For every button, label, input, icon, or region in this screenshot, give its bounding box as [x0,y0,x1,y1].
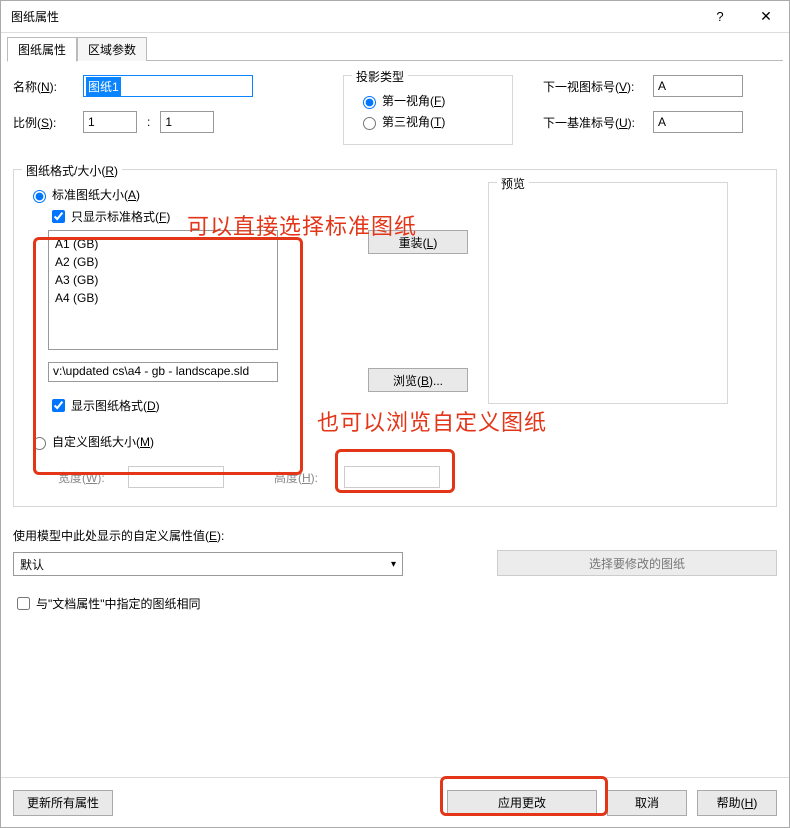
dialog-footer: 更新所有属性 应用更改 取消 帮助(H) [1,777,789,827]
projection-group: 投影类型 第一视角(F) 第三视角(T) [343,75,513,145]
standard-size-listbox[interactable]: A1 (GB) A2 (GB) A3 (GB) A4 (GB) [48,230,278,350]
template-path-field[interactable]: v:\updated cs\a4 - gb - landscape.sld [48,362,278,382]
format-size-group-label: 图纸格式/大小(R) [22,162,122,179]
next-view-label: 下一视图标号(V): [543,78,653,95]
show-format-check-input[interactable] [52,399,65,412]
title-bar: 图纸属性 ? ✕ [1,1,789,33]
first-angle-radio-input[interactable] [363,96,376,109]
same-as-docprops-label: 与"文档属性"中指定的图纸相同 [36,595,201,612]
format-mid-col: 重装(L) 浏览(B)... [368,182,468,454]
only-standard-check[interactable]: 只显示标准格式(F) [48,207,328,226]
height-label: 高度(H): [274,469,344,486]
third-angle-radio[interactable]: 第三视角(T) [358,113,498,130]
list-item[interactable]: A2 (GB) [55,253,271,271]
custom-props-selected: 默认 [20,556,44,573]
height-input [344,466,440,488]
browse-button[interactable]: 浏览(B)... [368,368,468,392]
standard-size-radio-input[interactable] [33,190,46,203]
top-row: 名称(N): 图纸1 比例(S): : 投影类型 [13,75,777,147]
next-datum-input[interactable] [653,111,743,133]
close-icon[interactable]: ✕ [743,1,789,33]
custom-props-select[interactable]: 默认 ▾ [13,552,403,576]
first-angle-radio[interactable]: 第一视角(F) [358,92,498,109]
name-input-value: 图纸1 [86,77,121,96]
dialog-title: 图纸属性 [11,8,697,25]
top-right-col: 下一视图标号(V): 下一基准标号(U): [543,75,743,147]
scale-denominator-input[interactable] [160,111,214,133]
custom-size-radio[interactable]: 自定义图纸大小(M) [28,433,328,450]
width-label: 宽度(W): [58,469,128,486]
apply-changes-button[interactable]: 应用更改 [447,790,597,816]
name-label: 名称(N): [13,78,83,95]
same-as-docprops-check-input[interactable] [17,597,30,610]
width-input [128,466,224,488]
next-view-input[interactable] [653,75,743,97]
next-datum-label: 下一基准标号(U): [543,114,653,131]
scale-numerator-input[interactable] [83,111,137,133]
scale-colon: : [147,115,150,129]
cancel-button[interactable]: 取消 [607,790,687,816]
third-angle-radio-input[interactable] [363,117,376,130]
preview-label: 预览 [497,175,529,192]
format-left-col: 标准图纸大小(A) 只显示标准格式(F) A1 (GB) A2 (GB) A3 … [28,182,328,454]
same-as-docprops-check[interactable]: 与"文档属性"中指定的图纸相同 [13,594,777,613]
scale-label: 比例(S): [13,114,83,131]
custom-dimensions-row: 宽度(W): 高度(H): [58,466,762,488]
chevron-down-icon: ▾ [391,559,396,570]
help-button[interactable]: 帮助(H) [697,790,777,816]
list-item[interactable]: A3 (GB) [55,271,271,289]
name-input[interactable]: 图纸1 [83,75,253,97]
tab-zone-params[interactable]: 区域参数 [77,37,147,61]
custom-props-section: 使用模型中此处显示的自定义属性值(E): 默认 ▾ 选择要修改的图纸 与"文档属… [13,527,777,613]
show-format-check[interactable]: 显示图纸格式(D) [48,396,328,415]
preview-group: 预览 [488,182,728,404]
sheet-properties-dialog: 图纸属性 ? ✕ 图纸属性 区域参数 名称(N): 图纸1 [0,0,790,828]
list-item[interactable]: A1 (GB) [55,235,271,253]
tab-sheet-properties[interactable]: 图纸属性 [7,37,77,62]
custom-props-label: 使用模型中此处显示的自定义属性值(E): [13,527,777,544]
help-icon[interactable]: ? [697,1,743,33]
tab-strip: 图纸属性 区域参数 [1,33,789,61]
only-standard-check-input[interactable] [52,210,65,223]
projection-group-label: 投影类型 [352,68,408,85]
select-sheets-button[interactable]: 选择要修改的图纸 [497,550,777,576]
top-left-col: 名称(N): 图纸1 比例(S): : [13,75,303,133]
list-item[interactable]: A4 (GB) [55,289,271,307]
reload-button[interactable]: 重装(L) [368,230,468,254]
standard-size-radio[interactable]: 标准图纸大小(A) [28,186,328,203]
format-size-group: 图纸格式/大小(R) 标准图纸大小(A) 只显示标准格式(F) A1 (GB) … [13,169,777,507]
update-all-button[interactable]: 更新所有属性 [13,790,113,816]
custom-size-radio-input[interactable] [33,437,46,450]
dialog-body: 名称(N): 图纸1 比例(S): : 投影类型 [1,61,789,777]
